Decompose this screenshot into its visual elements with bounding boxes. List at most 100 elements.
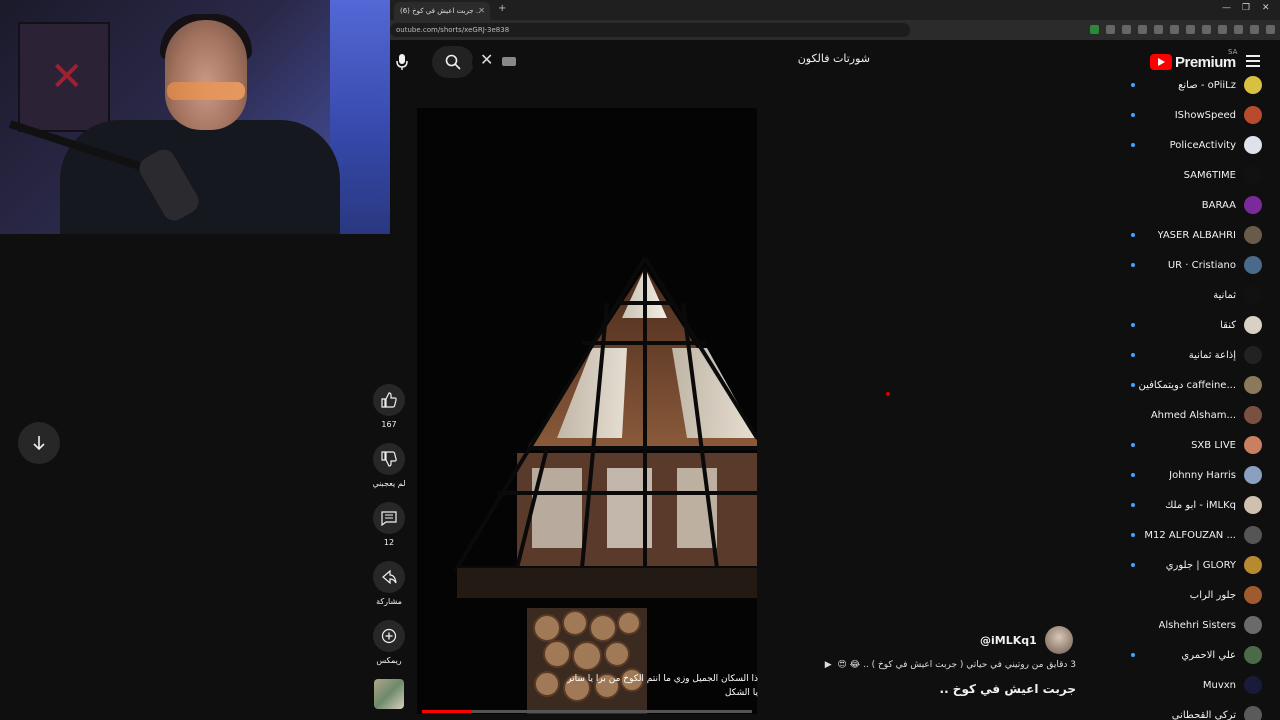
subscription-item[interactable]: كنقا [1120, 310, 1280, 340]
subscription-item[interactable]: IShowSpeed [1120, 100, 1280, 130]
search-button[interactable] [432, 46, 474, 78]
shorts-action-rail: 167 لم يعجبني 12 مشاركة ريمكس [369, 384, 409, 709]
extension-icon[interactable] [1170, 25, 1179, 34]
browser-menu-icon[interactable] [1266, 25, 1275, 34]
subscription-name: YASER ALBAHRI [1157, 229, 1237, 241]
extension-icon[interactable] [1202, 25, 1211, 34]
mouse-cursor [886, 392, 890, 396]
subscription-name: كنقا [1220, 319, 1236, 331]
subscription-name: BARAA [1201, 199, 1236, 211]
subscription-item[interactable]: تركي القحطاني [1120, 700, 1280, 720]
subscription-item[interactable]: جلوري | GLORY [1120, 550, 1280, 580]
search-input[interactable]: شورتات فالكون [540, 52, 870, 72]
subscription-item[interactable]: BARAA [1120, 190, 1280, 220]
subscription-name: Ahmed Alsham... [1150, 409, 1236, 421]
next-short-button[interactable] [18, 422, 60, 464]
extension-icon[interactable] [1154, 25, 1163, 34]
new-content-dot [1131, 443, 1135, 447]
video-title[interactable]: جربت اعيش في كوخ .. [900, 682, 1076, 696]
channel-avatar [1244, 616, 1262, 634]
subscription-item[interactable]: ابو ملك - iMLKq [1120, 490, 1280, 520]
subscription-item[interactable]: إذاعة ثمانية [1120, 340, 1280, 370]
channel-avatar [1244, 316, 1262, 334]
close-tab-icon[interactable]: ✕ [478, 6, 485, 15]
subscription-item[interactable]: Ahmed Alsham... [1120, 400, 1280, 430]
guide-menu-icon[interactable] [1246, 55, 1260, 70]
video-progress-fill [422, 710, 472, 713]
extension-icon[interactable] [1234, 25, 1243, 34]
subscription-item[interactable]: Muvxn [1120, 670, 1280, 700]
extension-icon[interactable] [1138, 25, 1147, 34]
window-close-icon[interactable]: ✕ [1262, 3, 1270, 13]
extension-icon[interactable] [1090, 25, 1099, 34]
channel-avatar [1244, 226, 1262, 244]
subscription-name: ابو ملك - iMLKq [1165, 499, 1236, 511]
dislike-label: لم يعجبني [372, 479, 406, 488]
subscription-item[interactable]: Alshehri Sisters [1120, 610, 1280, 640]
shorts-video-player[interactable] [417, 108, 757, 714]
comments-button[interactable] [373, 502, 405, 534]
subscription-item[interactable]: Johnny Harris [1120, 460, 1280, 490]
cabin-video-frame [417, 108, 757, 714]
channel-avatar [1244, 346, 1262, 364]
share-action: مشاركة [369, 561, 409, 606]
subscription-item[interactable]: جلور الراب [1120, 580, 1280, 610]
channel-avatar[interactable] [1044, 626, 1073, 654]
subscription-item[interactable]: صانع - oPiiLz [1120, 70, 1280, 100]
remix-button[interactable] [373, 620, 405, 652]
clear-search-icon[interactable]: ✕ [480, 50, 493, 69]
url-field[interactable]: outube.com/shorts/xeGRJ-3e838 [390, 23, 910, 37]
subscription-item[interactable]: SXB LIVE [1120, 430, 1280, 460]
subscription-name: تركي القحطاني [1171, 709, 1236, 720]
subscription-item[interactable]: PoliceActivity [1120, 130, 1280, 160]
youtube-premium-logo[interactable]: Premium SA [1150, 48, 1237, 72]
original-sound-thumbnail[interactable] [374, 679, 404, 709]
microphone-icon [396, 54, 408, 70]
comment-icon [381, 511, 397, 526]
browser-tab[interactable]: (6) جربت اعيش في كوخ .. ✕ [394, 2, 490, 20]
extension-icon[interactable] [1106, 25, 1115, 34]
subscription-name: صانع - oPiiLz [1178, 79, 1236, 91]
browser-tab-bar: (6) جربت اعيش في كوخ .. ✕ + — ❐ ✕ [390, 0, 1280, 20]
subscription-name: جلور الراب [1189, 589, 1236, 601]
remix-icon [381, 628, 397, 644]
webcam-poster [18, 22, 110, 132]
dislike-button[interactable] [373, 443, 405, 475]
extension-icon[interactable] [1122, 25, 1131, 34]
new-content-dot [1131, 653, 1135, 657]
subscription-item[interactable]: UR · Cristiano [1120, 250, 1280, 280]
channel-avatar [1244, 586, 1262, 604]
subscription-item[interactable]: M12 ALFOUZAN ... [1120, 520, 1280, 550]
voice-search-button[interactable] [390, 48, 414, 76]
subscription-item[interactable]: YASER ALBAHRI [1120, 220, 1280, 250]
extension-icon[interactable] [1186, 25, 1195, 34]
channel-avatar [1244, 136, 1262, 154]
channel-avatar [1244, 106, 1262, 124]
subscription-name: UR · Cristiano [1167, 259, 1236, 271]
channel-avatar [1244, 76, 1262, 94]
profile-icon[interactable] [1250, 25, 1259, 34]
maximize-icon[interactable]: ❐ [1242, 3, 1250, 13]
subscription-name: علي الاحمري [1181, 649, 1236, 661]
extension-icon[interactable] [1218, 25, 1227, 34]
new-content-dot [1131, 353, 1135, 357]
subscription-item[interactable]: SAM6TIME [1120, 160, 1280, 190]
like-button[interactable] [373, 384, 405, 416]
logo-text: Premium [1175, 53, 1236, 71]
share-button[interactable] [373, 561, 405, 593]
new-content-dot [1131, 533, 1135, 537]
keyboard-icon[interactable] [502, 57, 516, 66]
subscription-item[interactable]: دويتمكافين caffeine... [1120, 370, 1280, 400]
subscription-item[interactable]: ثمانية [1120, 280, 1280, 310]
minimize-icon[interactable]: — [1222, 3, 1231, 13]
channel-handle[interactable]: @iMLKq1 [980, 634, 1037, 647]
youtube-play-icon [1150, 54, 1172, 70]
new-content-dot [1131, 473, 1135, 477]
subscription-item[interactable]: علي الاحمري [1120, 640, 1280, 670]
new-tab-icon[interactable]: + [498, 3, 506, 14]
channel-avatar [1244, 256, 1262, 274]
subscription-name: إذاعة ثمانية [1188, 349, 1236, 361]
video-progress-bar[interactable] [422, 710, 752, 713]
video-description[interactable]: 3 دقايق من روتيني في حياتي ( جربت اعيش ف… [825, 660, 1076, 670]
dislike-action: لم يعجبني [369, 443, 409, 488]
